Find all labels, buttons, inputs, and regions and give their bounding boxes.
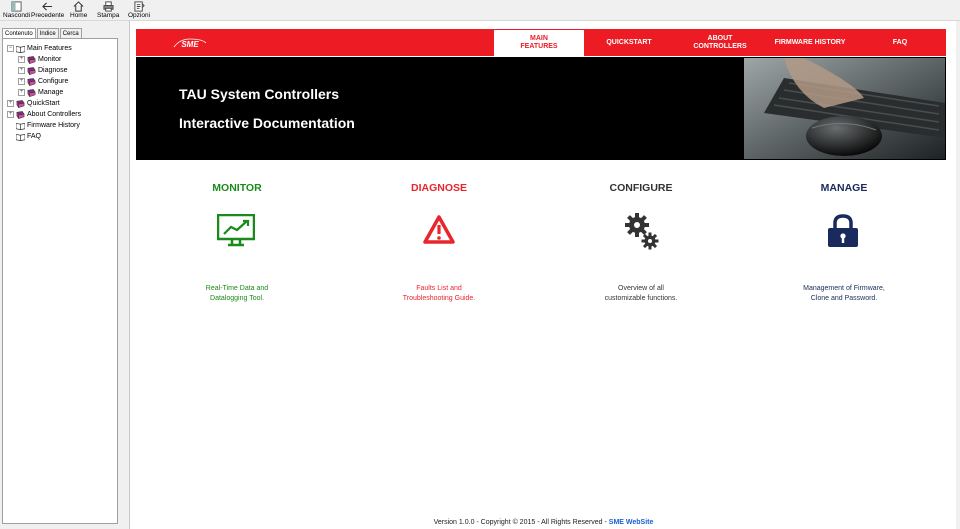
feature-diagnose[interactable]: DIAGNOSE — [359, 182, 519, 194]
closed-book-icon — [16, 110, 25, 119]
tree-item-main-features[interactable]: − Main Features — [7, 43, 72, 54]
feature-desc-diagnose: Faults List and Troubleshooting Guide. — [402, 285, 476, 302]
closed-book-icon — [16, 99, 25, 108]
tree-spacer — [7, 133, 14, 140]
feature-desc-configure: Overview of all customizable functions. — [604, 285, 678, 302]
open-book-icon — [16, 45, 25, 53]
contents-pane: Contenuto Indice Cerca − Main Features +… — [2, 28, 118, 526]
main-navbar: SME MAIN FEATURES QUICKSTART ABOUT CONTROL… — [136, 29, 946, 56]
keyboard-mouse-photo — [744, 58, 945, 159]
expand-icon[interactable]: + — [18, 78, 25, 85]
help-toolbar: Nascondi Precedente Home Stampa Opzioni — [0, 0, 960, 21]
expand-icon[interactable]: + — [18, 56, 25, 63]
collapse-icon[interactable]: − — [7, 45, 14, 52]
feature-monitor[interactable]: MONITOR — [157, 182, 317, 194]
hide-button[interactable]: Nascondi — [3, 1, 30, 19]
options-button[interactable]: Opzioni — [128, 1, 150, 19]
feature-title-manage: MANAGE — [820, 182, 868, 194]
feature-desc-manage: Management of Firmware, Clone and Passwo… — [803, 285, 885, 302]
tree-item-faq[interactable]: FAQ — [7, 131, 41, 142]
feature-configure[interactable]: CONFIGURE — [561, 182, 721, 194]
page-icon — [16, 133, 25, 141]
back-arrow-icon — [42, 2, 53, 11]
tab-index[interactable]: Indice — [36, 28, 59, 38]
home-button[interactable]: Home — [70, 1, 87, 19]
options-icon — [133, 1, 145, 12]
expand-icon[interactable]: + — [7, 100, 14, 107]
print-button[interactable]: Stampa — [97, 1, 119, 19]
nav-main-features[interactable]: MAIN FEATURES — [494, 30, 584, 56]
print-icon — [103, 1, 114, 12]
tab-search[interactable]: Cerca — [59, 28, 82, 38]
svg-text:SME: SME — [181, 40, 199, 49]
tree-spacer — [7, 122, 14, 129]
hero-banner: TAU System Controllers Interactive Docum… — [136, 57, 946, 160]
feature-manage[interactable]: MANAGE — [764, 182, 924, 194]
closed-book-icon — [27, 77, 36, 86]
gears-icon[interactable] — [624, 211, 660, 251]
feature-title-configure: CONFIGURE — [609, 182, 673, 194]
tree-item-about-controllers[interactable]: + About Controllers — [7, 109, 81, 120]
home-icon — [73, 1, 84, 12]
banner-title-line2: Interactive Documentation — [179, 115, 355, 131]
nav-about-controllers[interactable]: ABOUT CONTROLLERS — [674, 29, 766, 56]
closed-book-icon — [27, 66, 36, 75]
tree-item-configure[interactable]: + Configure — [18, 76, 68, 87]
copyright-text: Version 1.0.0 - Copyright © 2015 - All R… — [433, 519, 609, 526]
pane-tabs: Contenuto Indice Cerca — [2, 28, 83, 39]
tree-item-quickstart[interactable]: + QuickStart — [7, 98, 60, 109]
nav-quickstart[interactable]: QUICKSTART — [584, 29, 674, 56]
tree-item-monitor[interactable]: + Monitor — [18, 54, 61, 65]
expand-icon[interactable]: + — [18, 67, 25, 74]
contents-tree: − Main Features + Monitor + Diagnose + C… — [2, 38, 118, 524]
expand-icon[interactable]: + — [7, 111, 14, 118]
tree-item-firmware-history[interactable]: Firmware History — [7, 120, 80, 131]
sme-website-link[interactable]: SME WebSite — [609, 519, 654, 526]
feature-title-diagnose: DIAGNOSE — [410, 182, 467, 194]
tree-item-manage[interactable]: + Manage — [18, 87, 63, 98]
banner-title-line1: TAU System Controllers — [179, 86, 339, 102]
closed-book-icon — [27, 55, 36, 64]
feature-title-monitor: MONITOR — [212, 182, 262, 194]
expand-icon[interactable]: + — [18, 89, 25, 96]
padlock-icon[interactable] — [826, 213, 860, 249]
hide-pane-icon — [11, 1, 22, 12]
warning-triangle-icon[interactable] — [422, 214, 456, 246]
help-content: SME MAIN FEATURES QUICKSTART ABOUT CONTROL… — [129, 21, 956, 529]
closed-book-icon — [27, 88, 36, 97]
monitor-chart-icon[interactable] — [217, 214, 255, 248]
back-button[interactable]: Precedente — [31, 1, 64, 19]
footer: Version 1.0.0 - Copyright © 2015 - All R… — [130, 519, 957, 526]
feature-desc-monitor: Real-Time Data and Datalogging Tool. — [205, 285, 269, 302]
tree-item-diagnose[interactable]: + Diagnose — [18, 65, 68, 76]
sme-logo[interactable]: SME — [172, 37, 208, 49]
nav-faq[interactable]: FAQ — [854, 29, 946, 56]
nav-firmware-history[interactable]: FIRMWARE HISTORY — [766, 29, 854, 56]
page-icon — [16, 122, 25, 130]
